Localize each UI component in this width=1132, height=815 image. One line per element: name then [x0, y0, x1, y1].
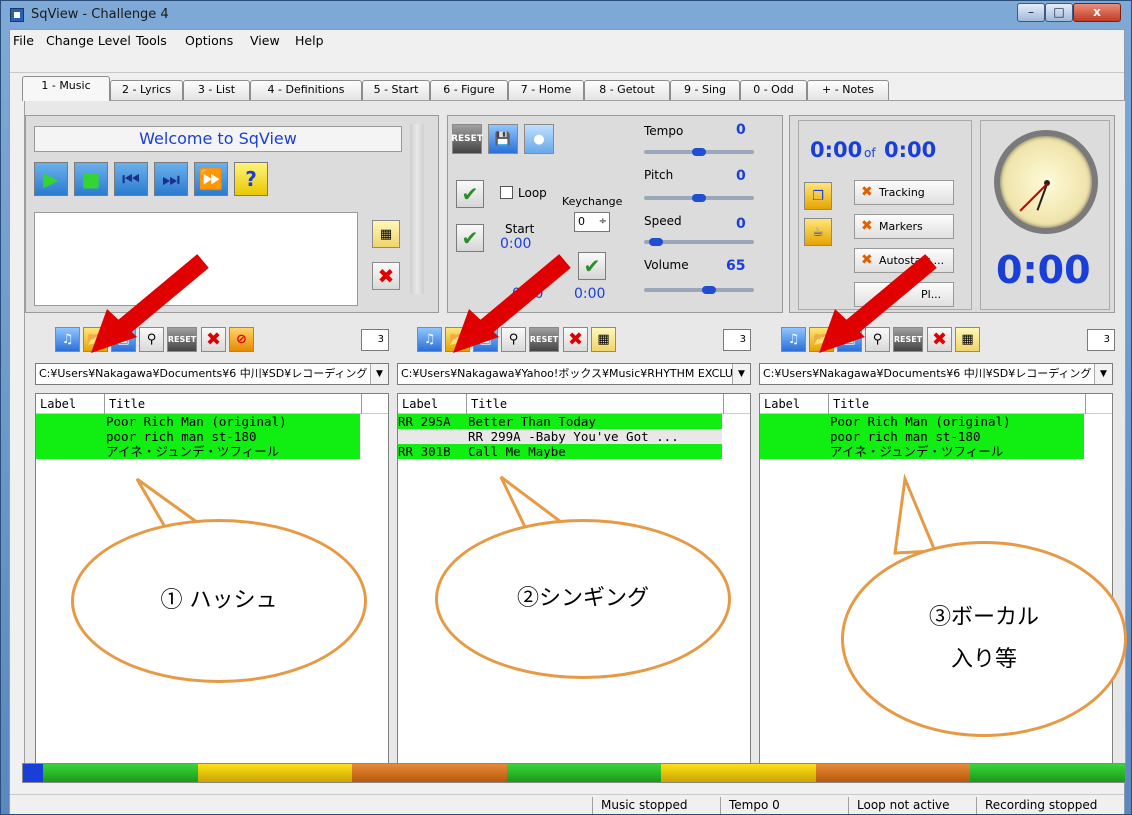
app-window: SqView - Challenge 4 – □ x File Change L… — [0, 0, 1132, 815]
title-bar[interactable]: SqView - Challenge 4 – □ x — [1, 1, 1131, 29]
tab-definitions[interactable]: 4 - Definitions — [250, 80, 362, 100]
minimize-button[interactable]: – — [1017, 3, 1045, 22]
status-recording: Recording stopped — [976, 797, 1110, 814]
timeline-position-marker[interactable] — [23, 764, 43, 782]
menu-change-level[interactable]: Change Level — [46, 33, 131, 48]
red-arrow-2 — [453, 254, 571, 353]
menu-file[interactable]: File — [13, 33, 34, 48]
tab-lyrics[interactable]: 2 - Lyrics — [110, 80, 183, 100]
tab-music[interactable]: 1 - Music — [22, 76, 110, 101]
window-title: SqView - Challenge 4 — [31, 7, 169, 22]
status-tempo: Tempo 0 — [720, 797, 848, 814]
menu-options[interactable]: Options — [185, 33, 233, 48]
status-bar: Music stopped Tempo 0 Loop not active Re… — [10, 794, 1124, 814]
close-button[interactable]: x — [1073, 3, 1121, 22]
tab-sing[interactable]: 9 - Sing — [670, 80, 740, 100]
maximize-button[interactable]: □ — [1045, 3, 1073, 22]
timeline-segment — [815, 764, 971, 782]
timeline-segment — [197, 764, 353, 782]
timeline-segment — [43, 764, 198, 782]
tab-list[interactable]: 3 - List — [183, 80, 250, 100]
red-arrow-1 — [91, 254, 209, 353]
menu-tools[interactable]: Tools — [136, 33, 167, 48]
status-loop: Loop not active — [848, 797, 976, 814]
timeline-segment — [661, 764, 816, 782]
timeline-segment — [970, 764, 1126, 782]
tab-home[interactable]: 7 - Home — [508, 80, 584, 100]
client-area: File Change Level Tools Options View Hel… — [9, 29, 1127, 814]
menu-divider — [10, 72, 1124, 73]
app-icon[interactable] — [10, 8, 24, 22]
tab-figure[interactable]: 6 - Figure — [430, 80, 508, 100]
tab-odd[interactable]: 0 - Odd — [740, 80, 807, 100]
tab-content: Welcome to SqView ▶ ■ ⏮ ⏭ ⏩ ? ▦ ✖ RESET … — [24, 100, 1127, 778]
song-timeline[interactable] — [22, 763, 1126, 783]
menu-bar: File Change Level Tools Options View Hel… — [10, 30, 1124, 52]
arrow-overlay — [91, 254, 937, 353]
tab-notes[interactable]: + - Notes — [807, 80, 889, 100]
tab-getout[interactable]: 8 - Getout — [584, 80, 670, 100]
menu-help[interactable]: Help — [295, 33, 324, 48]
timeline-segment — [352, 764, 507, 782]
status-music: Music stopped — [592, 797, 720, 814]
red-arrow-3 — [819, 254, 937, 353]
tab-start[interactable]: 5 - Start — [362, 80, 430, 100]
timeline-segment — [506, 764, 662, 782]
menu-view[interactable]: View — [250, 33, 280, 48]
